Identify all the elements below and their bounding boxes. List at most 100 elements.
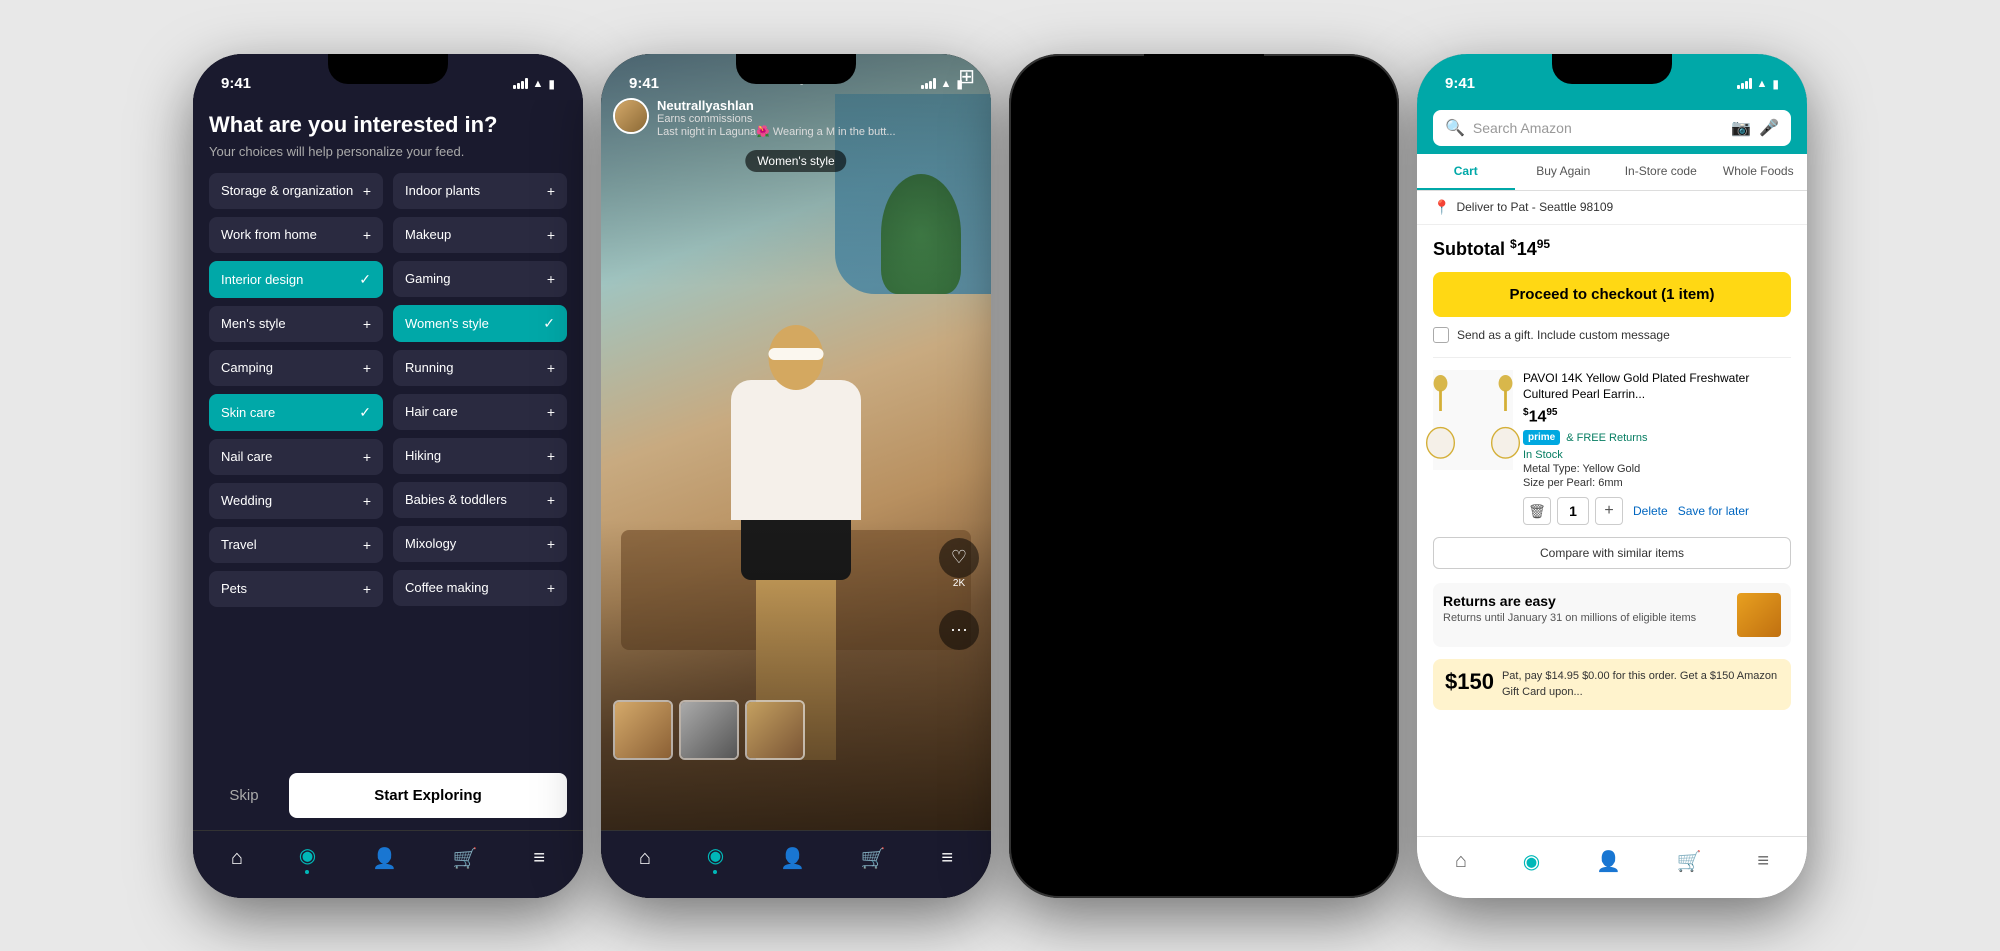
status-icons-4: ▲ ▮ [1737,77,1780,91]
category-pill[interactable]: Women's style✓ [393,305,567,342]
start-exploring-button[interactable]: Start Exploring [289,773,567,818]
nav-menu-4[interactable]: ≡ [1749,846,1777,877]
p2-thumb-1[interactable] [613,700,673,760]
nav-cart-1[interactable]: 🛒 [445,842,486,875]
category-pill[interactable]: Storage & organization+ [209,173,383,209]
p1-bottom: Skip Start Exploring [193,761,583,830]
category-pill-icon: + [547,404,555,420]
nav-inspire-2[interactable]: ◉ [699,839,732,878]
category-pill[interactable]: Work from home+ [209,217,383,253]
category-pill-icon: + [547,227,555,243]
qty-plus-4[interactable]: + [1595,497,1623,525]
category-pill[interactable]: Hair care+ [393,394,567,430]
category-pill-text: Running [405,360,453,375]
tab-cart[interactable]: Cart [1417,154,1515,190]
camera-icon-4[interactable]: 📷 [1731,118,1751,138]
checkout-button[interactable]: Proceed to checkout (1 item) [1433,272,1791,317]
category-pill-icon: ✓ [359,271,371,288]
delete-link-4[interactable]: Delete [1633,504,1668,518]
qty-delete-4[interactable]: 🗑 [1523,497,1551,525]
category-pill-text: Skin care [221,405,275,420]
category-pill[interactable]: Makeup+ [393,217,567,253]
metal-type-4: Metal Type: Yellow Gold [1523,463,1791,475]
category-pill-icon: + [547,492,555,508]
prime-badge-4: prime [1523,430,1560,445]
category-pill[interactable]: Camping+ [209,350,383,386]
returns-title-4: Returns are easy [1443,593,1727,609]
category-pill[interactable]: Skin care✓ [209,394,383,431]
battery-4: ▮ [1772,77,1779,91]
inspire-icon-4: ◉ [1523,849,1540,874]
nav-profile-2[interactable]: 👤 [772,842,813,875]
gift-checkbox[interactable] [1433,327,1449,343]
nav-home-4[interactable]: ⌂ [1447,846,1475,877]
cart-item-details-4: PAVOI 14K Yellow Gold Plated Freshwater … [1523,370,1791,526]
profile-icon-4: 👤 [1596,849,1621,874]
category-pill[interactable]: Interior design ✓ [209,261,383,298]
category-pill-icon: + [547,360,555,376]
nav-menu-1[interactable]: ≡ [525,843,553,874]
category-pill[interactable]: Pets+ [209,571,383,607]
category-pill-text: Babies & toddlers [405,492,507,507]
status-icons-1: ▲ ▮ [513,77,556,91]
p4-content: Subtotal $1495 Proceed to checkout (1 it… [1417,225,1807,836]
divider-4 [1433,357,1791,358]
p2-feed: Inspire ⊞ Neutrallyashlan Earns commissi… [601,54,991,830]
p4-nav: ⌂ ◉ 👤 🛒 ≡ [1417,836,1807,898]
nav-cart-4[interactable]: 🛒 [1669,845,1710,878]
p2-user-info: Neutrallyashlan Earns commissions Last n… [657,98,979,138]
category-pill-text: Interior design [221,272,303,287]
category-pill-icon: + [547,536,555,552]
cart-icon-2: 🛒 [861,846,886,871]
p2-thumb-2[interactable] [679,700,739,760]
category-pill[interactable]: Mixology+ [393,526,567,562]
tab-whole-foods[interactable]: Whole Foods [1710,154,1808,190]
p2-right-actions: ♡ 2K ··· [939,538,979,650]
category-pill-text: Work from home [221,227,317,242]
category-pill-icon: + [363,537,371,553]
category-pill[interactable]: Babies & toddlers + [393,482,567,518]
category-pill[interactable]: Gaming+ [393,261,567,297]
p2-more-button[interactable]: ··· [939,610,979,650]
p4-search-bar[interactable]: 🔍 Search Amazon 📷 🎤 [1433,110,1791,146]
p4-delivery: 📍 Deliver to Pat - Seattle 98109 [1417,191,1807,225]
nav-inspire-4[interactable]: ◉ [1515,845,1548,878]
phone-4: 9:41 ▲ ▮ 🔍 Search Amazon 📷 🎤 [1417,54,1807,898]
p2-thumbnails [613,700,805,760]
nav-inspire-1[interactable]: ◉ [291,839,324,878]
category-pill[interactable]: Travel+ [209,527,383,563]
free-returns-4: & FREE Returns [1566,432,1647,444]
save-later-link-4[interactable]: Save for later [1678,504,1749,518]
category-pill[interactable]: Running + [393,350,567,386]
category-pill-icon: + [363,183,371,199]
search-input-4[interactable]: Search Amazon [1473,120,1723,136]
nav-menu-2[interactable]: ≡ [933,843,961,874]
nav-cart-2[interactable]: 🛒 [853,842,894,875]
battery-2: ▮ [956,77,963,91]
category-pill[interactable]: Wedding+ [209,483,383,519]
mic-icon-4[interactable]: 🎤 [1759,118,1779,138]
status-icons-2: ▲ ▮ [921,77,964,91]
returns-image-4 [1737,593,1781,637]
nav-home-2[interactable]: ⌂ [631,843,659,874]
p2-thumb-3[interactable] [745,700,805,760]
p2-earns: Earns commissions [657,113,979,125]
tab-buy-again[interactable]: Buy Again [1515,154,1613,190]
category-pill[interactable]: Indoor plants+ [393,173,567,209]
nav-profile-4[interactable]: 👤 [1588,845,1629,878]
nav-home-1[interactable]: ⌂ [223,843,251,874]
more-icon-2: ··· [950,619,968,640]
category-pill[interactable]: Coffee making+ [393,570,567,606]
tab-instore[interactable]: In-Store code [1612,154,1710,190]
nav-profile-1[interactable]: 👤 [364,842,405,875]
p2-tag[interactable]: Women's style [745,150,846,172]
signal-1 [513,78,528,89]
p2-avatar [613,98,649,134]
category-pill[interactable]: Men's style+ [209,306,383,342]
category-pill[interactable]: Nail care+ [209,439,383,475]
home-icon-1: ⌂ [231,847,243,870]
p2-like-button[interactable]: ♡ 2K [939,538,979,578]
compare-button-4[interactable]: Compare with similar items [1433,537,1791,569]
skip-button[interactable]: Skip [209,773,279,818]
category-pill[interactable]: Hiking+ [393,438,567,474]
